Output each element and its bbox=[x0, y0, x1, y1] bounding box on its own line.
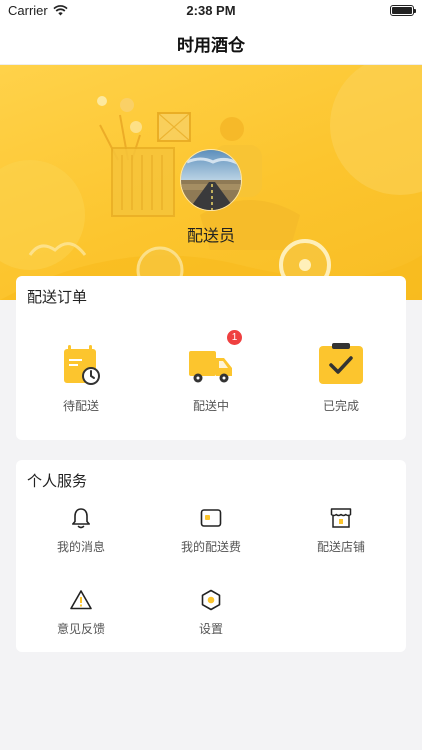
wallet-icon bbox=[199, 506, 223, 530]
courier-name: 配送员 bbox=[186, 226, 235, 245]
order-in-delivery-label: 配送中 bbox=[192, 399, 229, 413]
status-time: 2:38 PM bbox=[186, 3, 236, 18]
settings-button[interactable]: 设置 bbox=[146, 588, 276, 637]
battery-level bbox=[392, 7, 412, 14]
settings-label: 设置 bbox=[198, 622, 223, 636]
delivery-store-label: 配送店铺 bbox=[316, 540, 365, 554]
in-delivery-count-badge: 1 bbox=[227, 330, 242, 345]
page-title: 时用酒仓 bbox=[177, 35, 245, 56]
store-icon bbox=[329, 506, 353, 530]
feedback-button[interactable]: 意见反馈 bbox=[16, 588, 146, 637]
personal-services-card: 个人服务 我的消息 我的配送费 配送店铺 意见反馈 设置 bbox=[16, 460, 406, 652]
bell-icon bbox=[69, 506, 93, 530]
my-delivery-fee-label: 我的配送费 bbox=[180, 540, 241, 554]
pending-delivery-icon bbox=[58, 342, 104, 388]
order-pending-button[interactable]: 待配送 bbox=[21, 342, 141, 414]
navigation-bar: 时用酒仓 bbox=[0, 22, 422, 65]
feedback-label: 意见反馈 bbox=[56, 622, 105, 636]
my-messages-button[interactable]: 我的消息 bbox=[16, 506, 146, 555]
order-completed-label: 已完成 bbox=[322, 399, 359, 413]
completed-check-icon bbox=[318, 342, 364, 388]
delivery-orders-title: 配送订单 bbox=[27, 288, 88, 306]
warning-icon bbox=[69, 588, 93, 612]
order-pending-label: 待配送 bbox=[62, 399, 99, 413]
profile-header: 配送员 bbox=[0, 65, 422, 300]
my-messages-label: 我的消息 bbox=[56, 540, 105, 554]
order-completed-button[interactable]: 已完成 bbox=[281, 342, 401, 414]
status-bar: Carrier 2:38 PM bbox=[0, 0, 422, 22]
avatar-road-image bbox=[181, 150, 241, 210]
delivery-truck-icon: 1 bbox=[188, 330, 242, 388]
delivery-store-button[interactable]: 配送店铺 bbox=[276, 506, 406, 555]
settings-icon bbox=[199, 588, 223, 612]
personal-services-title: 个人服务 bbox=[27, 472, 88, 490]
battery-icon bbox=[390, 5, 416, 16]
order-in-delivery-button[interactable]: 1 配送中 bbox=[151, 330, 271, 414]
my-delivery-fee-button[interactable]: 我的配送费 bbox=[146, 506, 276, 555]
delivery-orders-card: 配送订单 待配送 1 配送中 已完成 bbox=[16, 276, 406, 440]
avatar[interactable] bbox=[180, 149, 242, 211]
